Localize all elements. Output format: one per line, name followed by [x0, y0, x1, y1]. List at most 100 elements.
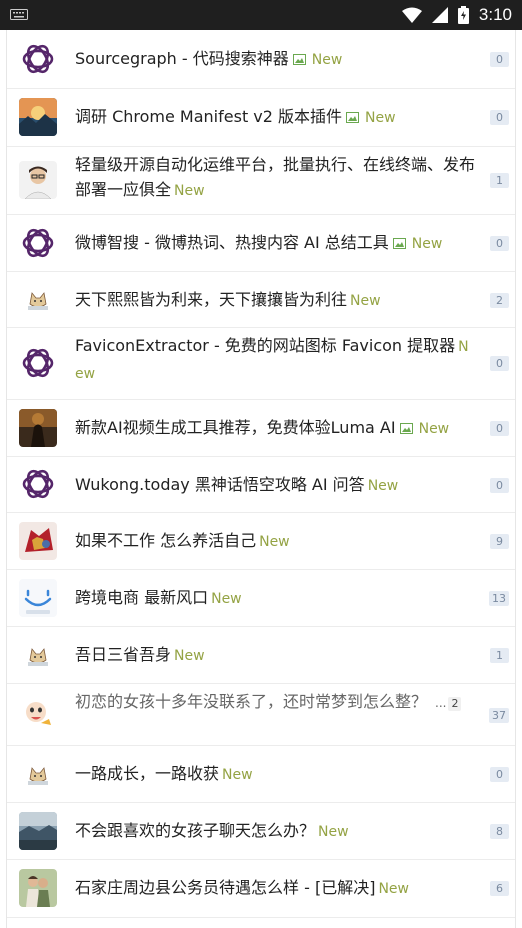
reply-count-badge: 1	[490, 648, 509, 663]
topic-row[interactable]: Sourcegraph - 代码搜索神器 New 0	[7, 30, 515, 89]
new-badge: New	[311, 52, 343, 68]
avatar[interactable]	[19, 755, 57, 793]
avatar[interactable]	[19, 812, 57, 850]
topic-title-text[interactable]: 轻量级开源自动化运维平台，批量执行、在线终端、发布部署一应俱全	[75, 155, 475, 199]
topic-title[interactable]: 调研 Chrome Manifest v2 版本插件 New	[75, 104, 475, 131]
topic-row[interactable]: Wukong.today 黑神话悟空攻略 AI 问答 New 0	[7, 456, 515, 513]
page-links: ... 2	[435, 696, 462, 711]
topic-title[interactable]: 一路成长，一路收获 New	[75, 761, 475, 788]
topic-row[interactable]: 调研 Chrome Manifest v2 版本插件 New 0	[7, 88, 515, 147]
new-badge: New	[259, 534, 290, 550]
reply-count-badge: 0	[490, 236, 509, 251]
reply-count-badge: 37	[489, 708, 509, 723]
new-badge: New	[318, 824, 349, 840]
topic-title-text[interactable]: 跨境电商 最新风口	[75, 588, 208, 607]
wifi-icon	[401, 7, 422, 23]
keyboard-icon	[10, 9, 28, 20]
avatar[interactable]	[19, 522, 57, 560]
topic-row[interactable]: 不会跟喜欢的女孩子聊天怎么办？ New 8	[7, 802, 515, 860]
image-icon	[392, 238, 406, 249]
topic-title[interactable]: 跨境电商 最新风口 New	[75, 585, 475, 612]
topic-title[interactable]: Wukong.today 黑神话悟空攻略 AI 问答 New	[75, 472, 475, 499]
topic-title[interactable]: 吾日三省吾身 New	[75, 642, 475, 669]
reply-count-badge: 0	[490, 421, 509, 436]
avatar[interactable]	[19, 40, 57, 78]
reply-count-badge: 6	[490, 881, 509, 896]
topic-title-text[interactable]: Wukong.today 黑神话悟空攻略 AI 问答	[75, 475, 365, 494]
reply-count-badge: 8	[490, 824, 509, 839]
topic-list-container: Sourcegraph - 代码搜索神器 New 0 调研 Chrome Manife…	[6, 30, 516, 928]
topic-row[interactable]: 轻量级开源自动化运维平台，批量执行、在线终端、发布部署一应俱全 New 1	[7, 146, 515, 215]
topic-title[interactable]: 不会跟喜欢的女孩子聊天怎么办？ New	[75, 818, 475, 845]
topic-title-text[interactable]: 微博智搜 - 微博热词、热搜内容 AI 总结工具	[75, 233, 389, 252]
new-badge: New	[418, 421, 450, 437]
reply-count-badge: 2	[490, 293, 509, 308]
reply-count-badge: 0	[490, 356, 509, 371]
topic-title[interactable]: 微博智搜 - 微博热词、热搜内容 AI 总结工具 New	[75, 230, 475, 257]
topic-row[interactable]: 如果不工作 怎么养活自己 New 9	[7, 512, 515, 570]
topic-row[interactable]: 初恋的女孩十多年没联系了，还时常梦到怎么整？... 2 37	[7, 683, 515, 746]
topic-title[interactable]: Sourcegraph - 代码搜索神器 New	[75, 46, 475, 73]
status-icons: 3:10	[401, 0, 512, 30]
topic-row[interactable]: 跨境电商 最新风口 New 13	[7, 569, 515, 627]
topic-row[interactable]: 新款AI视频生成工具推荐，免费体验Luma AI New 0	[7, 399, 515, 457]
topic-row[interactable]: 石家庄周边县公务员待遇怎么样 - [已解决] New 6	[7, 859, 515, 918]
avatar[interactable]	[19, 869, 57, 907]
status-bar: 3:10	[0, 0, 522, 30]
new-badge: New	[222, 767, 253, 783]
topic-row[interactable]: 一路成长，一路收获 New 0	[7, 745, 515, 803]
avatar[interactable]	[19, 98, 57, 136]
reply-count-badge: 1	[490, 173, 509, 188]
topic-row[interactable]: 微博智搜 - 微博热词、热搜内容 AI 总结工具 New 0	[7, 214, 515, 272]
reply-count-badge: 0	[490, 110, 509, 125]
avatar[interactable]	[19, 465, 57, 503]
reply-count-badge: 0	[490, 52, 509, 67]
topic-title-text[interactable]: 天下熙熙皆为利来，天下攘攘皆为利往	[75, 290, 347, 309]
avatar[interactable]	[19, 280, 57, 318]
topic-title-text[interactable]: 初恋的女孩十多年没联系了，还时常梦到怎么整？	[75, 692, 427, 711]
signal-icon	[431, 7, 448, 23]
topic-title-text[interactable]: 如果不工作 怎么养活自己	[75, 531, 256, 550]
topic-title-text[interactable]: 石家庄周边县公务员待遇怎么样 - [已解决]	[75, 878, 375, 897]
topic-row[interactable]: 吾日三省吾身 New 1	[7, 626, 515, 684]
avatar[interactable]	[19, 224, 57, 262]
reply-count-badge: 0	[490, 767, 509, 782]
page-link[interactable]: 2	[448, 697, 462, 711]
image-icon	[346, 112, 360, 123]
topic-title-text[interactable]: FaviconExtractor - 免费的网站图标 Favicon 提取器	[75, 336, 455, 355]
clock: 3:10	[478, 5, 512, 24]
topic-title-text[interactable]: 新款AI视频生成工具推荐，免费体验Luma AI	[75, 418, 396, 437]
topic-title-text[interactable]: 调研 Chrome Manifest v2 版本插件	[75, 107, 342, 126]
topic-row[interactable]: FaviconExtractor - 免费的网站图标 Favicon 提取器 Ne…	[7, 327, 515, 400]
topic-title[interactable]: 如果不工作 怎么养活自己 New	[75, 528, 475, 555]
page-ellipsis: ...	[435, 696, 447, 710]
topic-title-text[interactable]: 不会跟喜欢的女孩子聊天怎么办？	[75, 821, 315, 840]
image-icon	[292, 54, 306, 65]
new-badge: New	[211, 591, 242, 607]
topic-title[interactable]: 天下熙熙皆为利来，天下攘攘皆为利往 New	[75, 287, 475, 314]
reply-count-badge: 9	[490, 534, 509, 549]
topic-row[interactable]: 天下熙熙皆为利来，天下攘攘皆为利往 New 2	[7, 271, 515, 328]
new-badge: New	[378, 881, 409, 897]
topic-title-text[interactable]: 一路成长，一路收获	[75, 764, 219, 783]
topic-title-text[interactable]: Sourcegraph - 代码搜索神器	[75, 49, 289, 68]
new-badge: New	[174, 183, 205, 199]
avatar[interactable]	[19, 695, 57, 733]
new-badge: New	[365, 110, 396, 126]
new-badge: New	[350, 293, 381, 309]
avatar[interactable]	[19, 344, 57, 382]
avatar[interactable]	[19, 579, 57, 617]
new-badge: New	[174, 648, 205, 664]
topic-title[interactable]: 初恋的女孩十多年没联系了，还时常梦到怎么整？... 2	[75, 689, 475, 716]
topic-title[interactable]: 石家庄周边县公务员待遇怎么样 - [已解决] New	[75, 875, 475, 902]
topic-title[interactable]: 轻量级开源自动化运维平台，批量执行、在线终端、发布部署一应俱全 New	[75, 152, 475, 204]
topic-title[interactable]: FaviconExtractor - 免费的网站图标 Favicon 提取器 Ne…	[75, 333, 475, 387]
avatar[interactable]	[19, 161, 57, 199]
avatar[interactable]	[19, 636, 57, 674]
new-badge: New	[367, 478, 399, 494]
avatar[interactable]	[19, 409, 57, 447]
image-icon	[399, 423, 413, 434]
battery-icon	[457, 6, 469, 24]
topic-title[interactable]: 新款AI视频生成工具推荐，免费体验Luma AI New	[75, 415, 475, 442]
topic-title-text[interactable]: 吾日三省吾身	[75, 645, 171, 664]
